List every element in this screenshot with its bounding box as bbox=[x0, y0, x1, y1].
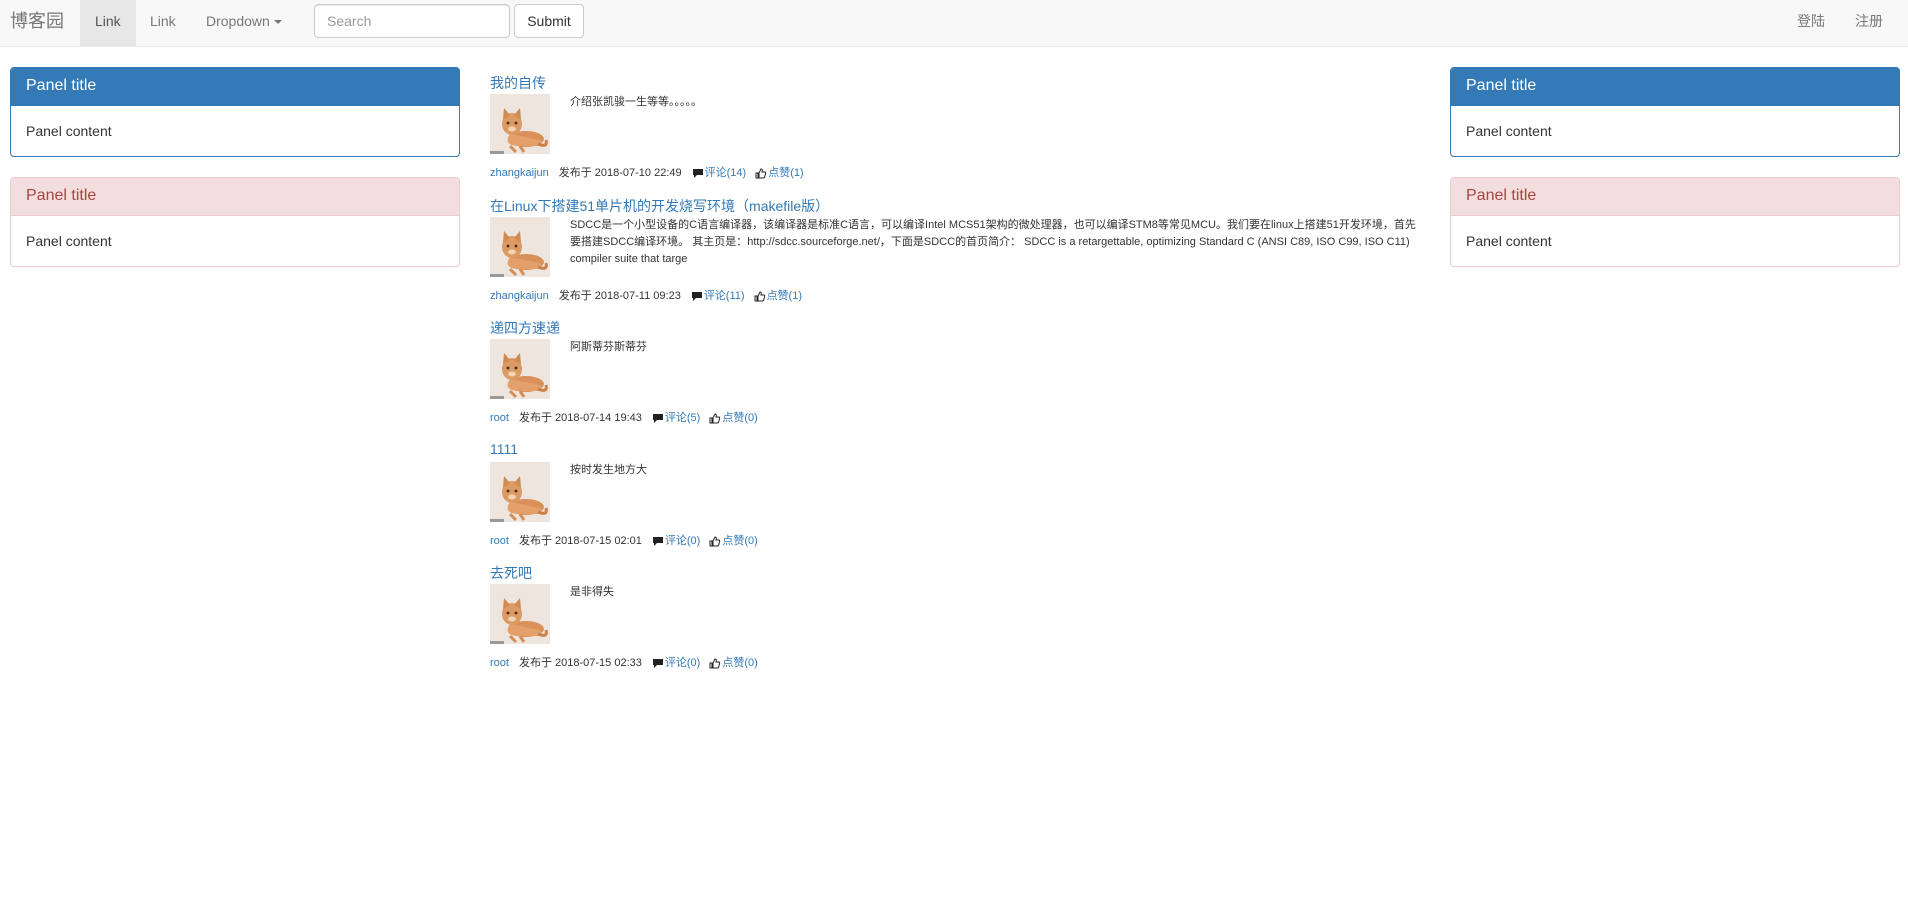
comment-icon bbox=[652, 536, 663, 546]
article-summary: 按时发生地方大 bbox=[570, 464, 647, 476]
panel-content: Panel content bbox=[26, 123, 112, 139]
publish-date: 发布于 2018-07-15 02:01 bbox=[518, 535, 642, 548]
nav-link-1[interactable]: Link bbox=[80, 0, 136, 46]
comment-icon bbox=[692, 168, 703, 178]
publish-date: 发布于 2018-07-10 22:49 bbox=[558, 167, 682, 180]
thumbs-up-icon bbox=[755, 168, 767, 179]
nav-link-2[interactable]: Link bbox=[135, 0, 191, 46]
caret-down-icon bbox=[273, 20, 282, 25]
likes-link[interactable]: 点赞(0) bbox=[722, 535, 757, 547]
author-link[interactable]: root bbox=[490, 657, 509, 669]
article-title-link[interactable]: 在Linux下搭建51单片机的开发烧写环境（makefile版） bbox=[490, 196, 829, 216]
panel-content: Panel content bbox=[1466, 123, 1552, 139]
panel-title: Panel title bbox=[1451, 68, 1899, 106]
author-link[interactable]: zhangkaijun bbox=[490, 290, 549, 302]
article-summary: 介绍张凯骏一生等等。。。。。 bbox=[570, 96, 702, 108]
comment-icon bbox=[652, 413, 663, 423]
panel-title: Panel title bbox=[11, 178, 459, 216]
article-title-link[interactable]: 去死吧 bbox=[490, 563, 532, 583]
likes-link[interactable]: 点赞(0) bbox=[722, 412, 757, 424]
thumbs-up-icon bbox=[709, 413, 721, 424]
article-title-link[interactable]: 递四方速递 bbox=[490, 318, 560, 338]
search-input[interactable] bbox=[314, 4, 510, 38]
comments-link[interactable]: 评论(0) bbox=[665, 535, 700, 547]
publish-date: 发布于 2018-07-11 09:23 bbox=[558, 290, 681, 303]
brand-logo[interactable]: 博客园 bbox=[10, 0, 64, 46]
thumbs-up-icon bbox=[709, 536, 721, 547]
article-meta: root 发布于 2018-07-15 02:01 评论(0) 点赞(0) bbox=[490, 534, 758, 548]
comment-icon bbox=[691, 291, 702, 301]
author-link[interactable]: root bbox=[490, 535, 509, 547]
comments-link[interactable]: 评论(5) bbox=[665, 412, 700, 424]
article-title-link[interactable]: 1111 bbox=[490, 441, 518, 457]
cat-photo-thumbnail bbox=[490, 339, 550, 399]
submit-button[interactable]: Submit bbox=[514, 4, 584, 38]
left-panel-primary: Panel title Panel content bbox=[10, 67, 460, 157]
comment-icon bbox=[652, 658, 663, 668]
likes-link[interactable]: 点赞(0) bbox=[722, 657, 757, 669]
article-meta: zhangkaijun 发布于 2018-07-11 09:23 评论(11) 点赞(… bbox=[490, 289, 802, 303]
likes-link[interactable]: 点赞(1) bbox=[767, 290, 802, 302]
panel-title: Panel title bbox=[1451, 178, 1899, 216]
panel-title: Panel title bbox=[11, 68, 459, 106]
right-panel-danger: Panel title Panel content bbox=[1450, 177, 1900, 267]
nav-dropdown-label: Dropdown bbox=[206, 13, 270, 29]
publish-date: 发布于 2018-07-14 19:43 bbox=[518, 412, 642, 425]
article-meta: zhangkaijun 发布于 2018-07-10 22:49 评论(14) 点赞(… bbox=[490, 166, 804, 180]
cat-photo-thumbnail bbox=[490, 462, 550, 522]
panel-content: Panel content bbox=[26, 233, 112, 249]
navbar: 博客园 Link Link Dropdown Submit 登陆 注册 bbox=[0, 0, 1908, 47]
cat-photo-thumbnail bbox=[490, 94, 550, 154]
thumbs-up-icon bbox=[754, 291, 765, 302]
comments-link[interactable]: 评论(0) bbox=[665, 657, 700, 669]
right-panel-primary: Panel title Panel content bbox=[1450, 67, 1900, 157]
cat-photo-thumbnail bbox=[490, 217, 550, 277]
article-meta: root 发布于 2018-07-15 02:33 评论(0) 点赞(0) bbox=[490, 656, 758, 670]
publish-date: 发布于 2018-07-15 02:33 bbox=[518, 657, 642, 670]
article-summary: 阿斯蒂芬斯蒂芬 bbox=[570, 341, 647, 353]
article-meta: root 发布于 2018-07-14 19:43 评论(5) 点赞(0) bbox=[490, 411, 758, 425]
register-link[interactable]: 注册 bbox=[1840, 0, 1898, 46]
left-panel-danger: Panel title Panel content bbox=[10, 177, 460, 267]
article-title-link[interactable]: 我的自传 bbox=[490, 73, 546, 93]
panel-content: Panel content bbox=[1466, 233, 1552, 249]
author-link[interactable]: zhangkaijun bbox=[490, 167, 549, 179]
comments-link[interactable]: 评论(11) bbox=[704, 290, 745, 302]
nav-dropdown[interactable]: Dropdown bbox=[191, 0, 297, 46]
comments-link[interactable]: 评论(14) bbox=[705, 167, 747, 179]
login-link[interactable]: 登陆 bbox=[1782, 0, 1840, 46]
cat-photo-thumbnail bbox=[490, 584, 550, 644]
article-summary: SDCC是一个小型设备的C语言编译器，该编译器是标准C语言，可以编译Intel … bbox=[570, 219, 1416, 265]
likes-link[interactable]: 点赞(1) bbox=[768, 167, 803, 179]
article-summary: 是非得失 bbox=[570, 586, 614, 598]
author-link[interactable]: root bbox=[490, 412, 509, 424]
thumbs-up-icon bbox=[709, 658, 721, 669]
